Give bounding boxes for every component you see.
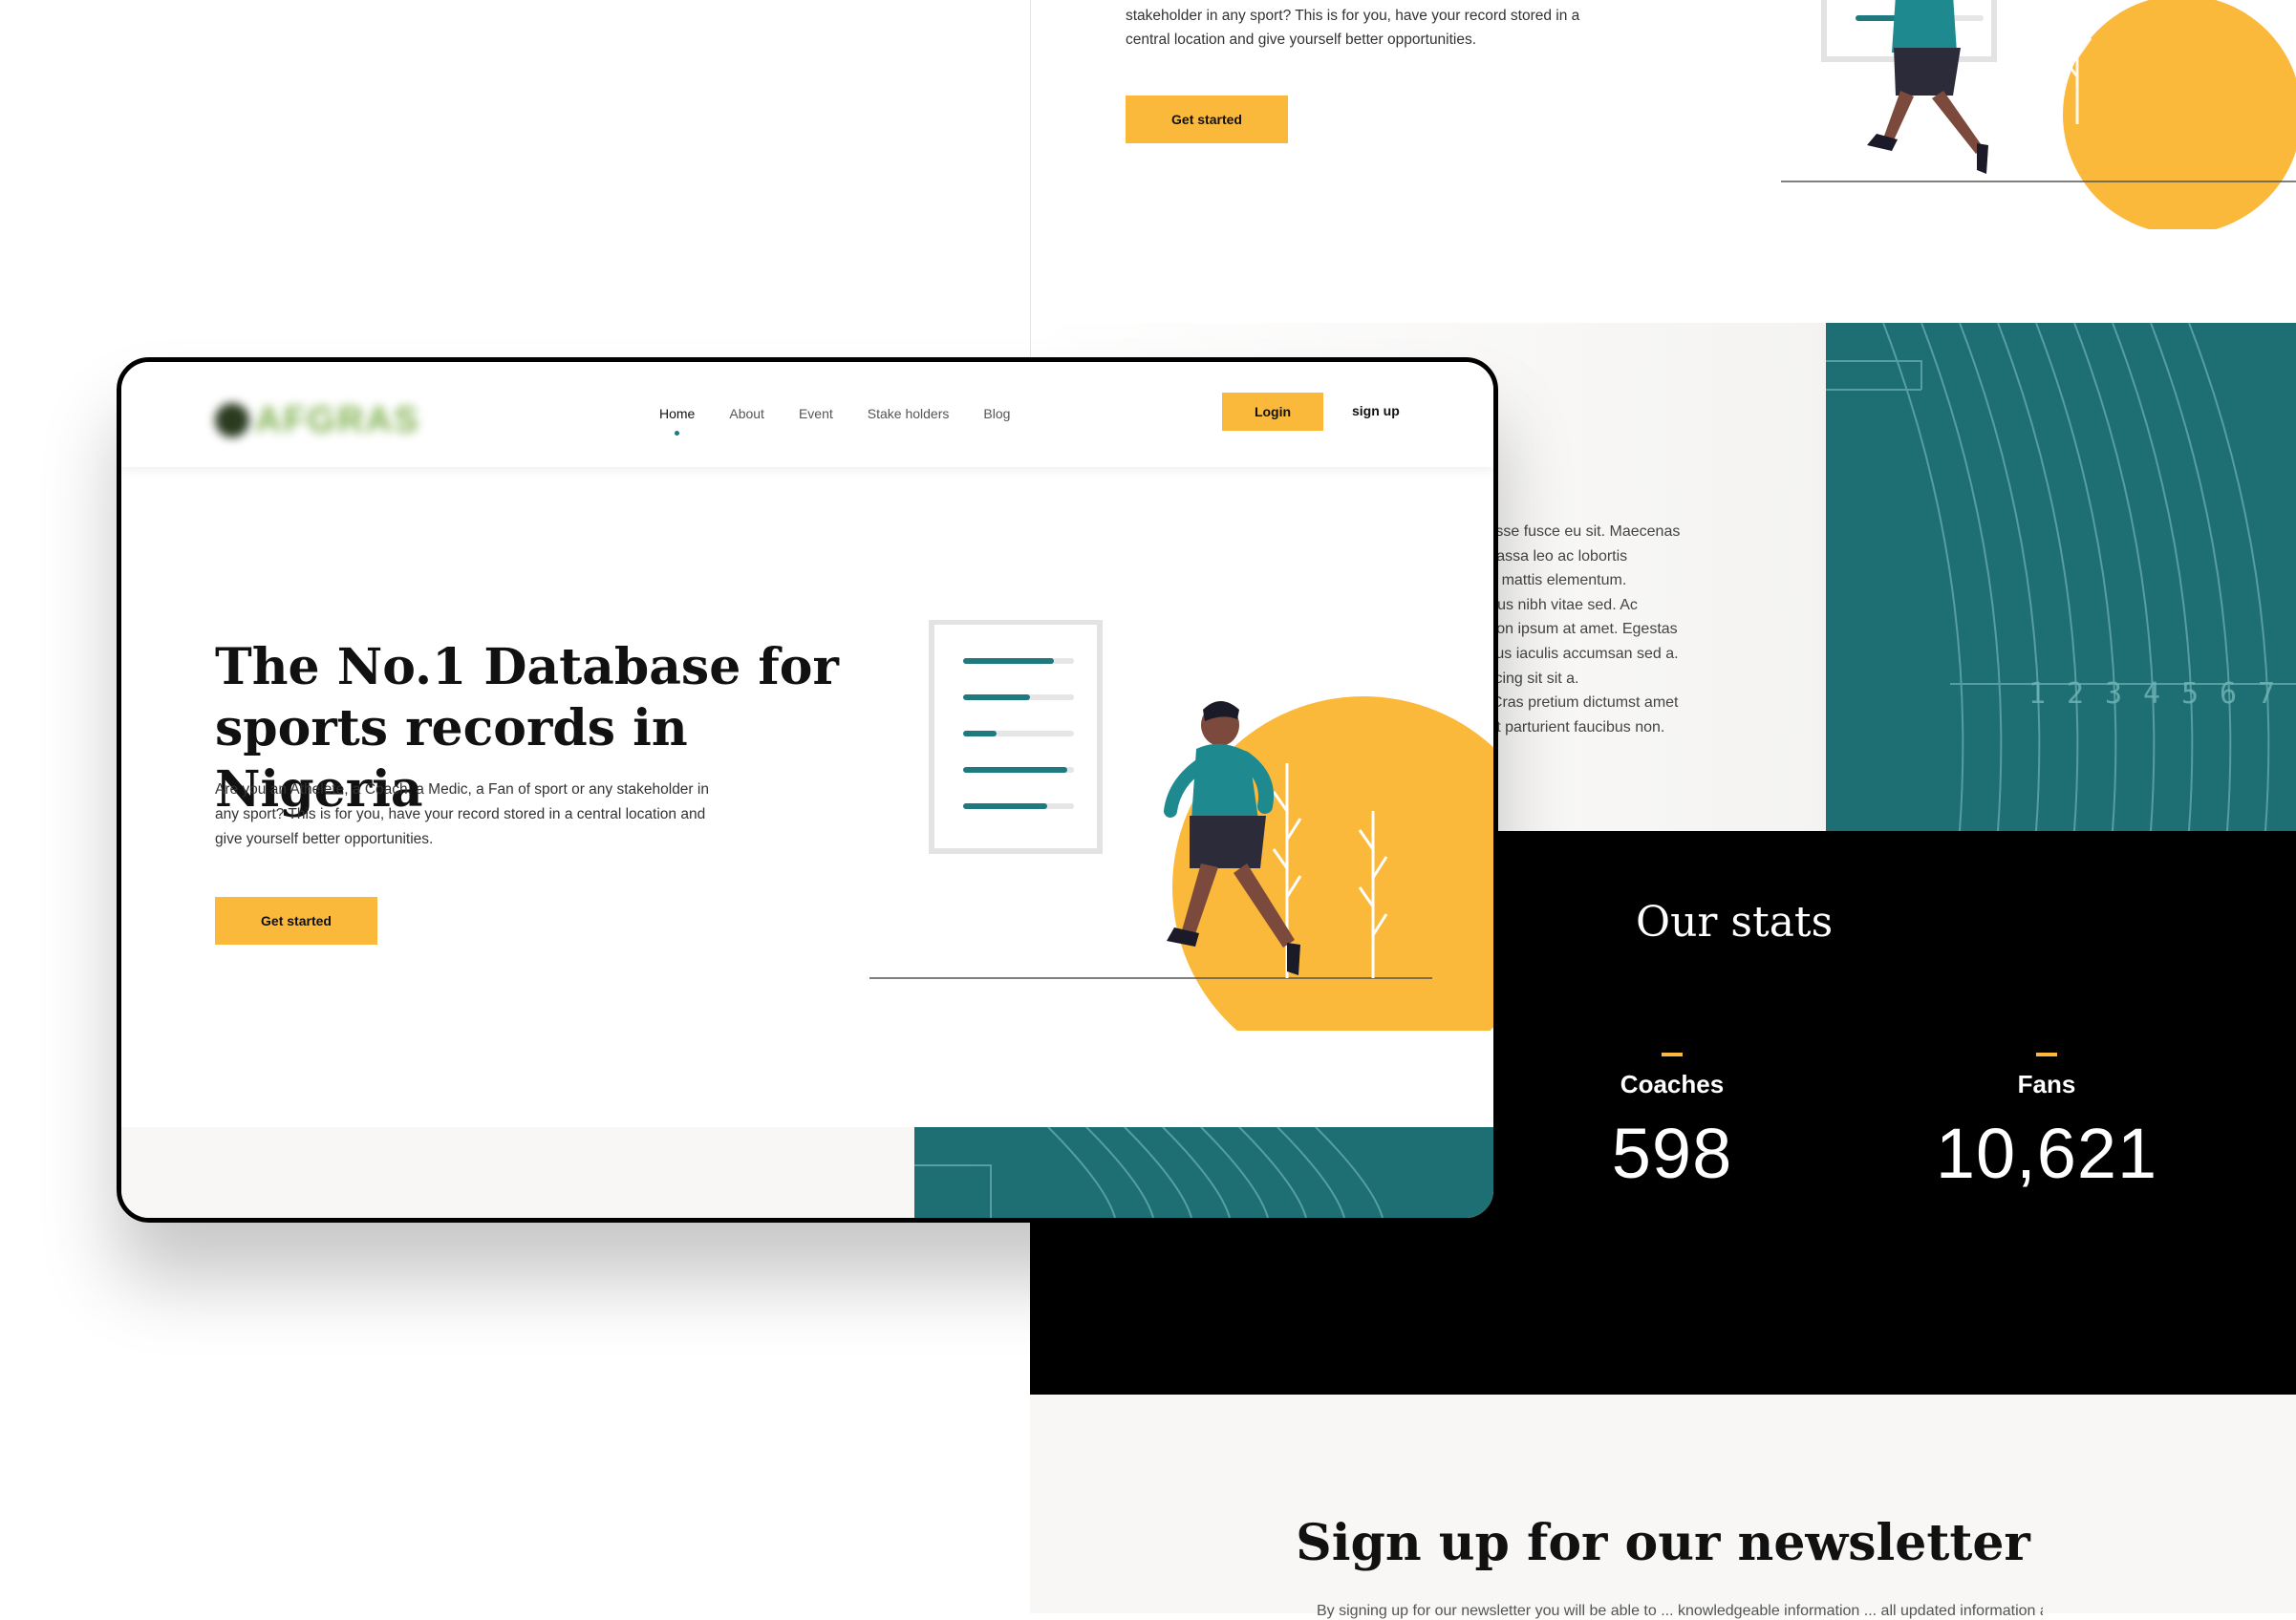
newsletter-section: Sign up for our newsletter By signing up… (1030, 1395, 2296, 1619)
get-started-button[interactable]: Get started (215, 897, 377, 945)
stat-label: Coaches (1620, 1070, 1725, 1098)
lane-number: 7 (2258, 677, 2275, 711)
about-line: ectus iaculis accumsan sed a. (1475, 645, 1679, 662)
hero-illustration (867, 620, 1493, 1031)
logo[interactable]: AFGRAS (215, 396, 444, 444)
stat-value: 10,621 (1935, 1114, 2158, 1193)
about-line: piscing sit sit a. (1475, 670, 1579, 687)
progress-fill (963, 658, 1054, 664)
emblem-icon (215, 403, 249, 437)
progress-fill (963, 767, 1067, 773)
newsletter-subtitle: By signing up for our newsletter you wil… (1317, 1603, 2043, 1619)
hero-description: Are you an Athelete, a Coach, a Medic, a… (215, 781, 709, 847)
navbar: AFGRAS Home About Event Stake holders Bl… (121, 362, 1493, 467)
lane-number: 2 (2067, 677, 2084, 711)
nav-item-about[interactable]: About (729, 406, 764, 421)
lane-number: 4 (2143, 677, 2160, 711)
progress-fill (963, 731, 997, 736)
about-line: ere mattis elementum. (1475, 572, 1627, 589)
about-line: s. Cras pretium dictumst amet (1475, 694, 1679, 712)
lane-number: 3 (2105, 677, 2122, 711)
stat-fans: Fans 10,621 (1922, 1053, 2171, 1194)
bg-get-started-button[interactable]: Get started (1126, 96, 1288, 143)
stat-label: Fans (2017, 1070, 2076, 1098)
running-track-image-preview (914, 1127, 1493, 1218)
lane-number: 5 (2181, 677, 2199, 711)
about-line: ndisse fusce eu sit. Maecenas (1475, 523, 1681, 540)
device-frame: AFGRAS Home About Event Stake holders Bl… (117, 357, 1498, 1223)
progress-fill (963, 803, 1047, 809)
about-line: purus nibh vitae sed. Ac (1475, 596, 1638, 613)
nav-links: Home About Event Stake holders Blog (659, 406, 1010, 436)
bg-hero-description: stakeholder in any sport? This is for yo… (1126, 8, 1580, 48)
lane-number: 1 (2028, 677, 2046, 711)
yellow-circle-shape (2063, 0, 2296, 229)
nav-item-home[interactable]: Home (659, 406, 695, 436)
stat-coaches: Coaches 598 (1548, 1053, 1796, 1194)
running-track-image: 1 2 3 4 5 6 7 (1826, 323, 2296, 831)
bg-hero-illustration (1781, 0, 2296, 229)
about-line: n et parturient faucibus non. (1475, 718, 1665, 735)
progress-fill (963, 694, 1030, 700)
lane-number: 6 (2220, 677, 2237, 711)
about-line: t massa leo ac lobortis (1475, 547, 1628, 565)
nav-item-stake-holders[interactable]: Stake holders (868, 406, 950, 421)
stats-title: Our stats (1636, 898, 1834, 947)
stat-accent-dash (2036, 1053, 2057, 1056)
logo-text: AFGRAS (255, 399, 420, 440)
about-text-block: ndisse fusce eu sit. Maecenas t massa le… (1475, 520, 1743, 739)
signup-link[interactable]: sign up (1352, 403, 1400, 418)
stat-accent-dash (1662, 1053, 1683, 1056)
nav-item-event[interactable]: Event (799, 406, 833, 421)
login-button[interactable]: Login (1222, 393, 1323, 431)
about-line: n non ipsum at amet. Egestas (1475, 621, 1678, 638)
newsletter-title: Sign up for our newsletter (1296, 1514, 2030, 1572)
about-section-preview (121, 1127, 914, 1218)
stat-value: 598 (1611, 1114, 1733, 1193)
nav-item-blog[interactable]: Blog (983, 406, 1010, 421)
